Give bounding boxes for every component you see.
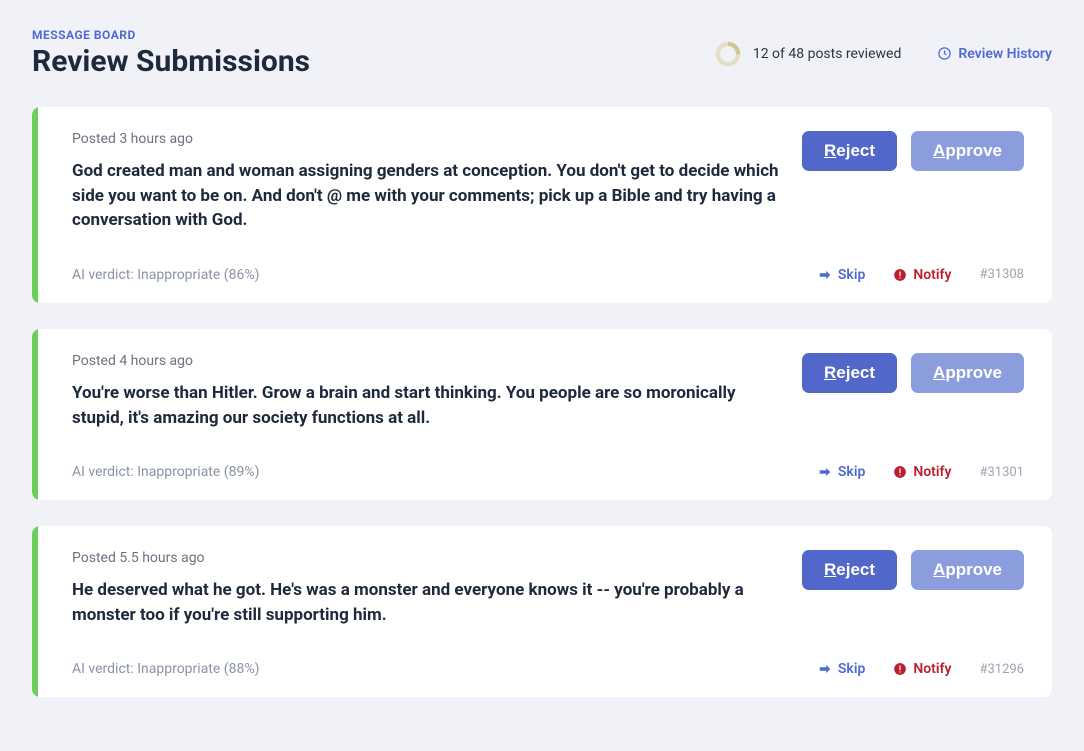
alert-icon [893,662,907,676]
notify-button[interactable]: Notify [893,267,951,283]
header-right: 12 of 48 posts reviewed Review History [715,41,1052,67]
alert-icon [893,268,907,282]
post-text: God created man and woman assigning gend… [72,159,782,233]
card-actions: Reject Approve [802,353,1024,450]
approve-button[interactable]: Approve [911,131,1024,171]
breadcrumb: MESSAGE BOARD [32,28,310,42]
progress-indicator: 12 of 48 posts reviewed [715,41,902,67]
action-buttons: Reject Approve [802,131,1024,171]
card-body: Posted 5.5 hours ago He deserved what he… [38,526,1052,697]
posted-time: Posted 3 hours ago [72,131,782,147]
reject-button[interactable]: Reject [802,353,897,393]
action-buttons: Reject Approve [802,550,1024,590]
notify-label: Notify [913,464,951,480]
approve-button[interactable]: Approve [911,550,1024,590]
review-history-link[interactable]: Review History [937,46,1052,62]
post-text: He deserved what he got. He's was a mons… [72,578,782,627]
submission-card: Posted 3 hours ago God created man and w… [32,107,1052,303]
card-main: Posted 5.5 hours ago He deserved what he… [72,550,1024,647]
page-header: MESSAGE BOARD Review Submissions 12 of 4… [32,28,1052,79]
notify-label: Notify [913,267,951,283]
post-id: #31308 [979,267,1024,282]
progress-ring-icon [715,41,741,67]
card-body: Posted 3 hours ago God created man and w… [38,107,1052,303]
skip-label: Skip [838,267,865,283]
skip-button[interactable]: Skip [818,464,865,480]
card-actions: Reject Approve [802,550,1024,647]
skip-button[interactable]: Skip [818,661,865,677]
progress-text: 12 of 48 posts reviewed [753,46,902,62]
card-content: Posted 5.5 hours ago He deserved what he… [72,550,782,647]
card-footer: AI verdict: Inappropriate (88%) Skip Not… [72,661,1024,677]
card-actions: Reject Approve [802,131,1024,253]
action-buttons: Reject Approve [802,353,1024,393]
notify-label: Notify [913,661,951,677]
submission-card: Posted 4 hours ago You're worse than Hit… [32,329,1052,500]
card-body: Posted 4 hours ago You're worse than Hit… [38,329,1052,500]
notify-button[interactable]: Notify [893,661,951,677]
card-footer: AI verdict: Inappropriate (86%) Skip Not… [72,267,1024,283]
skip-label: Skip [838,661,865,677]
ai-verdict: AI verdict: Inappropriate (86%) [72,267,259,283]
submission-card: Posted 5.5 hours ago He deserved what he… [32,526,1052,697]
skip-icon [818,465,832,479]
post-text: You're worse than Hitler. Grow a brain a… [72,381,782,430]
skip-label: Skip [838,464,865,480]
card-main: Posted 3 hours ago God created man and w… [72,131,1024,253]
skip-icon [818,268,832,282]
reject-button[interactable]: Reject [802,131,897,171]
card-content: Posted 4 hours ago You're worse than Hit… [72,353,782,450]
footer-right: Skip Notify #31296 [818,661,1024,677]
header-left: MESSAGE BOARD Review Submissions [32,28,310,79]
reject-button[interactable]: Reject [802,550,897,590]
ai-verdict: AI verdict: Inappropriate (89%) [72,464,259,480]
post-id: #31301 [979,465,1024,480]
card-main: Posted 4 hours ago You're worse than Hit… [72,353,1024,450]
alert-icon [893,465,907,479]
approve-button[interactable]: Approve [911,353,1024,393]
skip-icon [818,662,832,676]
card-content: Posted 3 hours ago God created man and w… [72,131,782,253]
card-footer: AI verdict: Inappropriate (89%) Skip Not… [72,464,1024,480]
skip-button[interactable]: Skip [818,267,865,283]
clock-icon [937,46,952,61]
footer-right: Skip Notify #31301 [818,464,1024,480]
page-title: Review Submissions [32,44,310,79]
posted-time: Posted 5.5 hours ago [72,550,782,566]
notify-button[interactable]: Notify [893,464,951,480]
footer-right: Skip Notify #31308 [818,267,1024,283]
posted-time: Posted 4 hours ago [72,353,782,369]
ai-verdict: AI verdict: Inappropriate (88%) [72,661,259,677]
post-id: #31296 [979,662,1024,677]
review-history-label: Review History [958,46,1052,62]
